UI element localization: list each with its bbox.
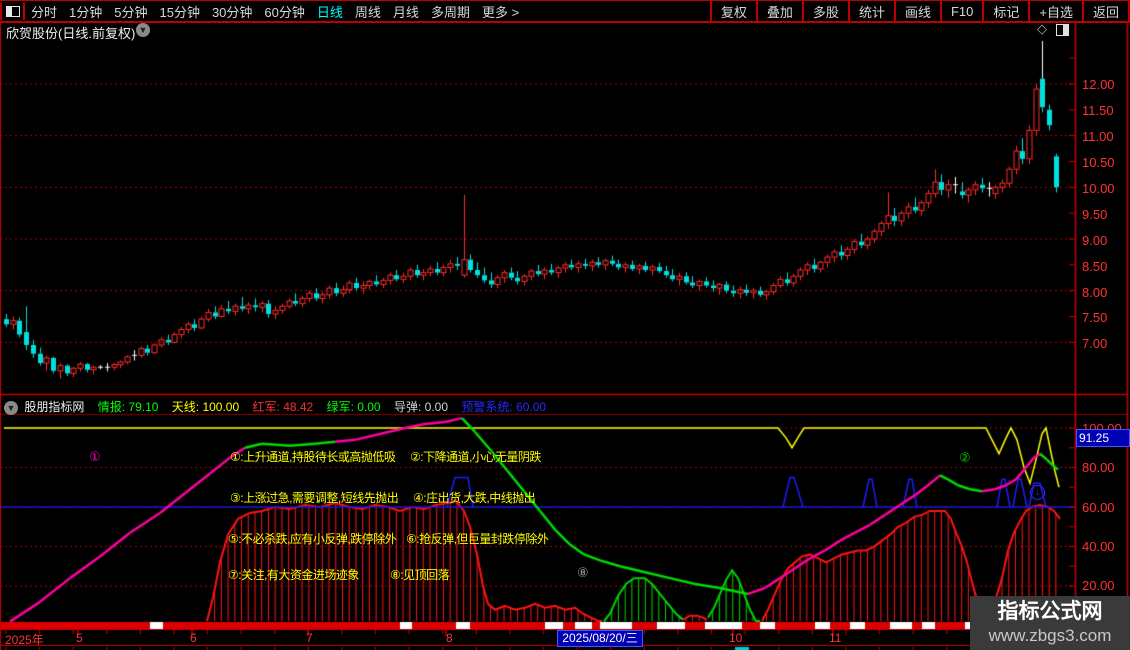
tab-daily[interactable]: 日线: [317, 2, 343, 21]
axis-month-label: 7: [306, 631, 313, 645]
price-label: 9.50: [1082, 207, 1108, 222]
button-f10[interactable]: F10: [939, 1, 982, 21]
price-label: 7.50: [1082, 310, 1108, 325]
button-fuquan[interactable]: 复权: [709, 1, 756, 21]
tab-30min[interactable]: 30分钟: [212, 2, 252, 21]
button-add-watchlist[interactable]: +自选: [1028, 1, 1082, 21]
tab-60min[interactable]: 60分钟: [264, 2, 304, 21]
tab-1min[interactable]: 1分钟: [69, 2, 102, 21]
field-lvjun: 绿军: 0.00: [326, 400, 381, 414]
watermark: 指标公式网 www.zbgs3.com: [970, 596, 1130, 650]
annotation-8: ⑧:见顶回落: [390, 568, 450, 582]
annotation-3: ③:上涨过急,需要调整,短线先抛出: [230, 491, 399, 505]
chart-canvas[interactable]: [0, 0, 1130, 650]
indicator-scale-label: 20.00: [1082, 578, 1115, 593]
tab-fenshi[interactable]: 分时: [31, 2, 57, 21]
indicator-scale-label: 80.00: [1082, 460, 1115, 475]
tab-monthly[interactable]: 月线: [393, 2, 419, 21]
axis-month-label: 6: [190, 631, 197, 645]
axis-month-label: 10: [729, 631, 743, 645]
last-value-badge: 91.25: [1076, 429, 1130, 447]
top-toolbar: 分时 1分钟 5分钟 15分钟 30分钟 60分钟 日线 周线 月线 多周期 更…: [0, 0, 1130, 23]
field-tianxian: 天线: 100.00: [171, 400, 240, 414]
price-label: 10.00: [1082, 181, 1115, 196]
indicator-scale-label: 60.00: [1082, 500, 1115, 515]
annotation-4: ④:庄出货,大跌,中线抛出: [413, 491, 536, 505]
toolbar-right-group: 复权 叠加 多股 统计 画线 F10 标记 +自选 返回: [709, 1, 1130, 21]
selected-date-badge: 2025/08/20/三: [557, 630, 643, 647]
price-label: 7.00: [1082, 336, 1108, 351]
axis-month-label: 5: [76, 631, 83, 645]
chevron-down-icon[interactable]: ▼: [4, 400, 18, 415]
tab-15min[interactable]: 15分钟: [159, 2, 199, 21]
page-title: 欣贺股份(日线.前复权): [6, 26, 136, 41]
diamond-icon[interactable]: ◇: [1037, 21, 1047, 37]
split-window-icon[interactable]: [0, 2, 25, 20]
button-back[interactable]: 返回: [1081, 1, 1130, 21]
indicator-scale-label: 40.00: [1082, 539, 1115, 554]
marker-8-icon: ⑧: [577, 565, 589, 580]
watermark-title: 指标公式网: [997, 600, 1103, 623]
button-biaoji[interactable]: 标记: [982, 1, 1028, 21]
axis-month-label: 8: [446, 631, 453, 645]
tab-5min[interactable]: 5分钟: [114, 2, 147, 21]
tab-more[interactable]: 更多 >: [482, 2, 519, 21]
price-label: 8.00: [1082, 285, 1108, 300]
button-diejia[interactable]: 叠加: [755, 1, 802, 21]
trading-app-window: { "toolbar": { "left": [ {"label":"分时","…: [0, 0, 1130, 650]
pane-split-icon[interactable]: [1056, 24, 1069, 36]
field-daodan: 导弹: 0.00: [393, 400, 448, 414]
marker-1-icon: ①: [89, 449, 101, 464]
indicator-header: ▼ 股朋指标网 情报: 79.10 天线: 100.00 红军: 48.42 绿…: [4, 398, 546, 415]
field-hongjun: 红军: 48.42: [252, 400, 314, 414]
price-label: 11.50: [1082, 103, 1114, 118]
button-tongji[interactable]: 统计: [847, 1, 894, 21]
down-arrow-marker-icon: ↓: [1030, 485, 1045, 500]
field-yujing: 预警系统: 60.00: [461, 400, 547, 414]
chevron-down-icon[interactable]: ▼: [136, 23, 150, 37]
price-label: 9.00: [1082, 233, 1108, 248]
tab-weekly[interactable]: 周线: [355, 2, 381, 21]
button-duogu[interactable]: 多股: [801, 1, 848, 21]
field-qingbao: 情报: 79.10: [97, 400, 159, 414]
annotation-6: ⑥:抢反弹,但巨量封跌停除外: [406, 532, 549, 546]
marker-2-icon: ②: [959, 450, 971, 465]
watermark-url: www.zbgs3.com: [988, 626, 1112, 645]
price-label: 11.00: [1082, 129, 1114, 144]
axis-month-label: 11: [829, 631, 842, 645]
price-label: 10.50: [1082, 155, 1115, 170]
annotation-7: ⑦:关注,有大资金进场迹象: [228, 568, 359, 582]
annotation-1: ①:上升通道,持股待长或高抛低吸: [230, 450, 396, 464]
button-huaxian[interactable]: 画线: [893, 1, 940, 21]
axis-year-label: 2025年: [5, 633, 44, 647]
annotation-5: ⑤:不必杀跌,应有小反弹,跌停除外: [228, 532, 397, 546]
indicator-source: 股朋指标网: [24, 400, 85, 414]
annotation-2: ②:下降通道,小心无量阴跌: [410, 450, 541, 464]
tab-multiperiod[interactable]: 多周期: [431, 2, 470, 21]
price-label: 8.50: [1082, 259, 1108, 274]
price-label: 12.00: [1082, 77, 1115, 92]
